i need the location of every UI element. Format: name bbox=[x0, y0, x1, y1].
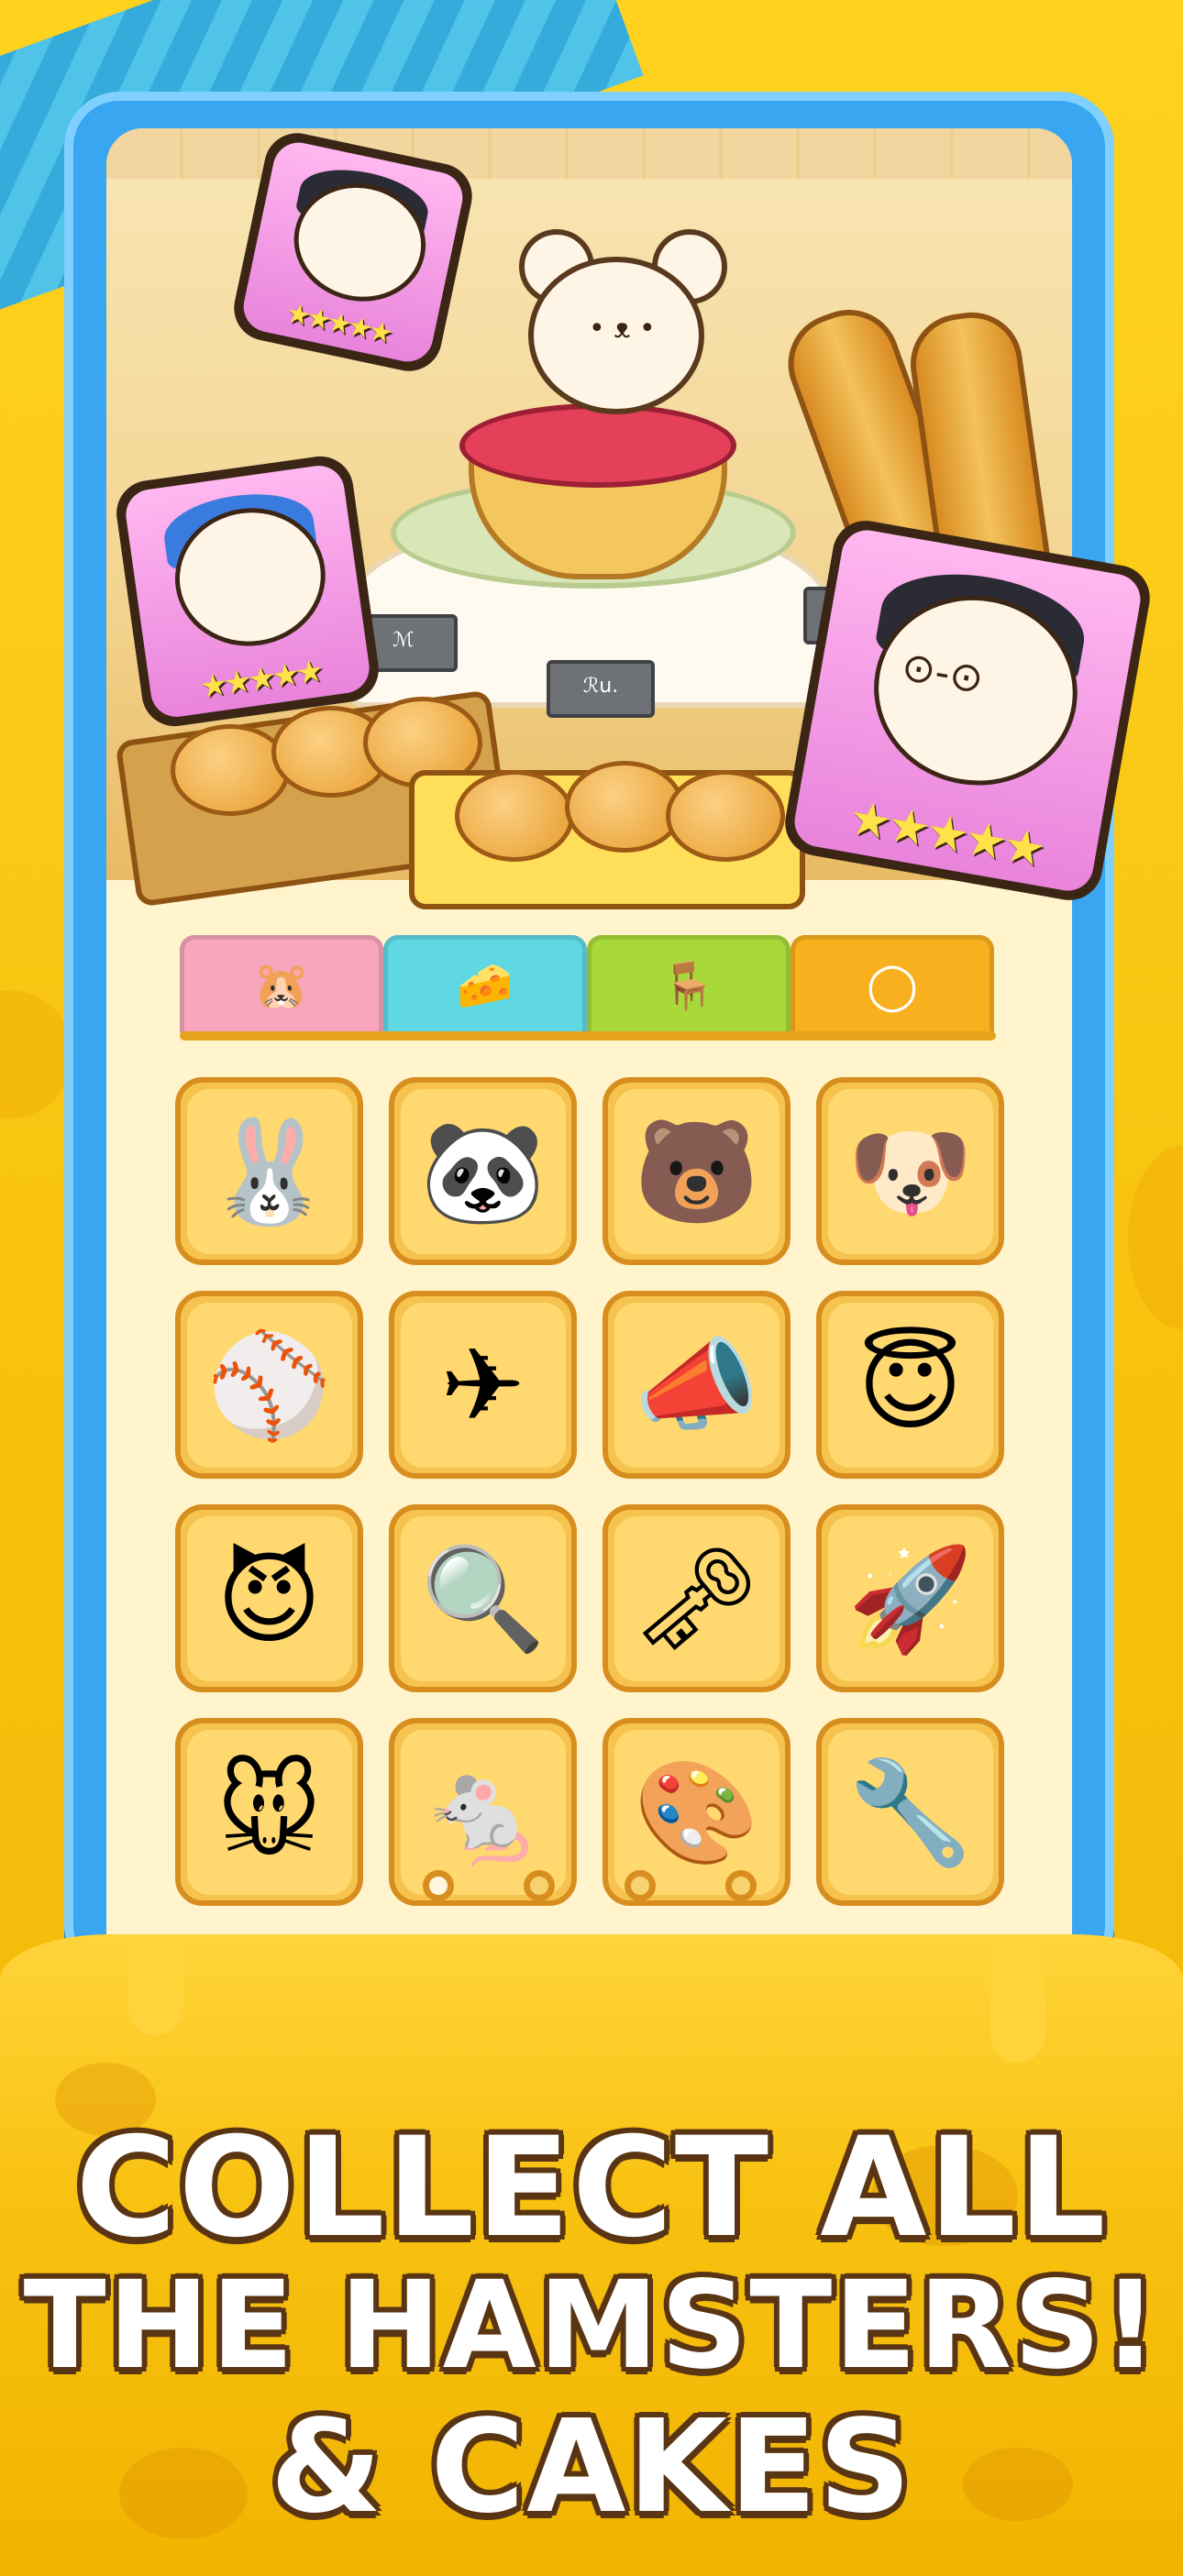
bun bbox=[666, 770, 785, 862]
hero-card-left-top[interactable]: ★★★★★ bbox=[227, 127, 479, 378]
strawberry-topping bbox=[459, 403, 736, 488]
tab-cakes[interactable]: 🧀 bbox=[383, 935, 587, 1036]
painter-hamster-icon: 🎨 bbox=[634, 1753, 759, 1871]
bakery-shelf bbox=[106, 128, 1072, 179]
collection-slot[interactable]: ✈ bbox=[389, 1291, 577, 1479]
collection-slot[interactable]: ⚾ bbox=[175, 1291, 363, 1479]
headline-line-1: COLLECT ALL bbox=[75, 2108, 1108, 2268]
collection-slot[interactable]: 🐰 bbox=[175, 1077, 363, 1265]
mechanic-hamster-icon: 🔧 bbox=[847, 1753, 973, 1871]
collection-tabs: 🐹 🧀 🪑 ◯ bbox=[180, 935, 996, 1036]
collection-slot[interactable]: 😇 bbox=[816, 1291, 1004, 1479]
baseball-hamster-icon: ⚾ bbox=[206, 1326, 332, 1444]
mascot-hamster: • ᴥ • bbox=[528, 257, 704, 414]
collection-slot[interactable]: 🔍 bbox=[389, 1504, 577, 1692]
bun bbox=[455, 770, 574, 862]
price-sign: ℛu. bbox=[547, 660, 655, 718]
bunny-hamster-icon: 🐰 bbox=[206, 1112, 332, 1230]
devil-hamster-icon: 😈 bbox=[216, 1539, 322, 1657]
headline-line-3: & CAKES bbox=[270, 2393, 913, 2542]
detective-hamster-icon: 🔍 bbox=[420, 1539, 546, 1657]
white-mouse-icon: 🐁 bbox=[420, 1753, 546, 1871]
cheese-drip bbox=[128, 1934, 183, 2035]
tab-hamsters[interactable]: 🐹 bbox=[180, 935, 383, 1036]
hamster-tab-icon: 🐹 bbox=[252, 958, 311, 1012]
alice-hamster-icon: 🗝 bbox=[632, 1539, 761, 1657]
angel-hamster-icon: 😇 bbox=[857, 1326, 963, 1444]
collection-slot[interactable]: 🐶 bbox=[816, 1077, 1004, 1265]
bun bbox=[171, 724, 290, 816]
furniture-tab-icon: 🪑 bbox=[659, 958, 718, 1012]
page-dot[interactable] bbox=[523, 1870, 555, 1901]
puppy-hamster-icon: 🐶 bbox=[847, 1112, 973, 1230]
bear-hamster-icon: 🐻 bbox=[634, 1112, 759, 1230]
tab-underline bbox=[180, 1031, 996, 1040]
ring-tab-icon: ◯ bbox=[867, 959, 918, 1012]
collection-slot[interactable]: 🐼 bbox=[389, 1077, 577, 1265]
game-screen: • ᴥ • ℛu. ℳ ℛ 🐹 🧀 🪑 ◯ bbox=[106, 128, 1072, 1989]
collection-slot[interactable]: 😈 bbox=[175, 1504, 363, 1692]
collection-slot[interactable]: 🗝 bbox=[603, 1504, 791, 1692]
page-dot[interactable] bbox=[422, 1870, 454, 1901]
collection-slot[interactable]: 📣 bbox=[603, 1291, 791, 1479]
glasses-icon: ⊙-⊙ bbox=[898, 643, 988, 704]
tab-furniture[interactable]: 🪑 bbox=[587, 935, 791, 1036]
phone-frame: • ᴥ • ℛu. ℳ ℛ 🐹 🧀 🪑 ◯ bbox=[64, 92, 1114, 1989]
collection-slot[interactable]: 🐻 bbox=[603, 1077, 791, 1265]
cheerleader-hamster-icon: 📣 bbox=[634, 1326, 759, 1444]
cheese-drip bbox=[990, 1934, 1045, 2063]
page-dot[interactable] bbox=[724, 1870, 757, 1901]
page-indicator bbox=[106, 1870, 1072, 1905]
pilot-hamster-icon: ✈ bbox=[440, 1326, 525, 1444]
page-dot[interactable] bbox=[624, 1870, 656, 1901]
tab-accessories[interactable]: ◯ bbox=[791, 935, 994, 1036]
astronaut-hamster-icon: 🚀 bbox=[847, 1539, 973, 1657]
star-rating: ★★★★★ bbox=[197, 653, 323, 707]
hero-card-right[interactable]: ⊙-⊙ ★★★★★ bbox=[779, 515, 1155, 906]
background-dot bbox=[1128, 1146, 1183, 1329]
hero-card-left[interactable]: ★★★★★ bbox=[112, 452, 383, 731]
grey-mouse-icon: 🐭 bbox=[216, 1753, 322, 1871]
cake-tab-icon: 🧀 bbox=[456, 958, 514, 1012]
panda-hamster-icon: 🐼 bbox=[420, 1112, 546, 1230]
collection-slot[interactable]: 🚀 bbox=[816, 1504, 1004, 1692]
background-dot bbox=[0, 990, 73, 1118]
headline-line-2: THE HAMSTERS! bbox=[23, 2255, 1160, 2396]
